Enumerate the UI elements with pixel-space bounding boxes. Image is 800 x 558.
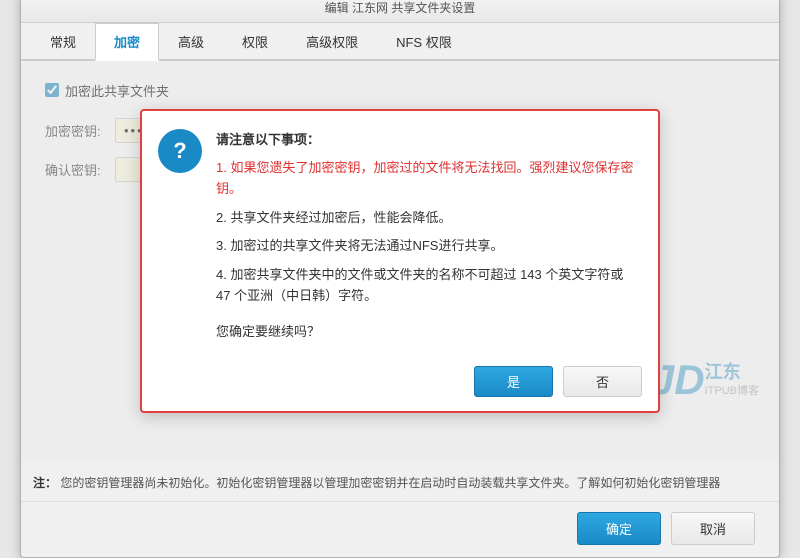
question-icon: ?	[158, 129, 202, 173]
warning-dialog: ? 请注意以下事项： 1. 如果您遗失了加密密钥，加密过的文件将无法找回。强烈建…	[140, 109, 660, 413]
tab-encrypt[interactable]: 加密	[95, 23, 159, 61]
tab-adv-permissions[interactable]: 高级权限	[287, 23, 377, 61]
dialog-item-1: 1. 如果您遗失了加密密钥，加密过的文件将无法找回。强烈建议您保存密钥。	[216, 158, 638, 200]
dialog-title: 请注意以下事项：	[216, 129, 638, 148]
title-bar: 编辑 江东网 共享文件夹设置	[21, 0, 779, 23]
footer: 确定 取消	[21, 501, 779, 557]
tab-permissions[interactable]: 权限	[223, 23, 287, 61]
note-section: 注： 您的密钥管理器尚未初始化。初始化密钥管理器以管理加密密钥并在启动时自动装载…	[21, 465, 779, 501]
dialog-content: 请注意以下事项： 1. 如果您遗失了加密密钥，加密过的文件将无法找回。强烈建议您…	[216, 129, 638, 352]
note-label: 注：	[33, 476, 57, 490]
window-title: 编辑 江东网 共享文件夹设置	[325, 1, 476, 15]
ok-button[interactable]: 确定	[577, 512, 661, 545]
dialog-yes-button[interactable]: 是	[474, 366, 553, 397]
dialog-overlay: ? 请注意以下事项： 1. 如果您遗失了加密密钥，加密过的文件将无法找回。强烈建…	[21, 61, 779, 461]
dialog-no-button[interactable]: 否	[563, 366, 642, 397]
main-window: 编辑 江东网 共享文件夹设置 常规 加密 高级 权限 高级权限 NFS 权限 加…	[20, 0, 780, 558]
note-text: 您的密钥管理器尚未初始化。初始化密钥管理器以管理加密密钥并在启动时自动装载共享文…	[60, 476, 720, 490]
tab-nfs[interactable]: NFS 权限	[377, 23, 471, 61]
dialog-item-2: 2. 共享文件夹经过加密后，性能会降低。	[216, 208, 638, 229]
dialog-item-3: 3. 加密过的共享文件夹将无法通过NFS进行共享。	[216, 236, 638, 257]
dialog-question: 您确定要继续吗？	[216, 321, 638, 340]
tab-general[interactable]: 常规	[31, 23, 95, 61]
tab-advanced[interactable]: 高级	[159, 23, 223, 61]
dialog-footer: 是 否	[142, 366, 658, 411]
content-area: 加密此共享文件夹 加密密钥: 确认密钥: ? 请注意以下事项： 1. 如果您遗失…	[21, 61, 779, 461]
tab-bar: 常规 加密 高级 权限 高级权限 NFS 权限	[21, 23, 779, 61]
dialog-item-4: 4. 加密共享文件夹中的文件或文件夹的名称不可超过 143 个英文字符或 47 …	[216, 265, 638, 307]
dialog-body: ? 请注意以下事项： 1. 如果您遗失了加密密钥，加密过的文件将无法找回。强烈建…	[142, 111, 658, 366]
cancel-button[interactable]: 取消	[671, 512, 755, 545]
